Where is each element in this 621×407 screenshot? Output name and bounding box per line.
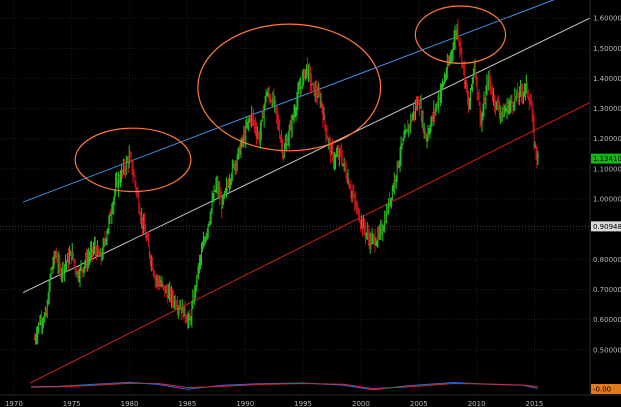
y-tick-label: 0.80000 <box>593 256 621 264</box>
y-tick-label: 0.50000 <box>593 346 621 354</box>
x-tick-label: 1970 <box>5 400 23 407</box>
lower-channel-line <box>29 102 591 384</box>
grid-layer <box>0 0 590 395</box>
y-tick-label: 0.70000 <box>593 286 621 294</box>
indicator-panel <box>31 381 539 391</box>
y-tick-label: 1.60000 <box>593 15 621 23</box>
price-chart[interactable]: 0.500000.600000.700000.800000.900001.000… <box>0 0 621 407</box>
x-tick-label: 2015 <box>526 400 544 407</box>
trend-lines <box>22 0 591 384</box>
x-axis: 1970 1975 1980 1985 1990 1995 2000 2005 2010 2015 <box>0 394 621 407</box>
y-tick-label: 0.60000 <box>593 316 621 324</box>
x-tick-label: 1990 <box>236 400 254 407</box>
last-price-flag: 1.13410 <box>591 153 621 164</box>
x-tick-label: 1980 <box>121 400 139 407</box>
y-tick-label: 1.10000 <box>593 165 621 173</box>
mid-channel-line <box>22 17 591 293</box>
x-tick-label: 1975 <box>63 400 81 407</box>
y-tick-label: 1.20000 <box>593 135 621 143</box>
x-tick-label: 1995 <box>294 400 312 407</box>
y-tick-label: 1.40000 <box>593 75 621 83</box>
upper-channel-line <box>22 0 555 203</box>
x-tick-label: 2005 <box>410 400 428 407</box>
x-tick-label: 2000 <box>352 400 370 407</box>
last-price-label: 1.13410 <box>593 155 621 163</box>
y-tick-label: 1.00000 <box>593 196 621 204</box>
crosshair-price-flag: 0.90948 <box>591 221 621 232</box>
crosshair-price-label: 0.90948 <box>593 223 621 231</box>
y-tick-label: 1.50000 <box>593 45 621 53</box>
y-tick-label: 1.30000 <box>593 105 621 113</box>
indicator-value-label: -0.00 <box>593 386 611 394</box>
indicator-value-flag: -0.00 <box>591 384 621 394</box>
y-axis: 0.500000.600000.700000.800000.900001.000… <box>589 0 621 395</box>
x-tick-label: 1985 <box>178 400 196 407</box>
x-tick-label: 2010 <box>468 400 486 407</box>
price-bars <box>33 19 540 345</box>
